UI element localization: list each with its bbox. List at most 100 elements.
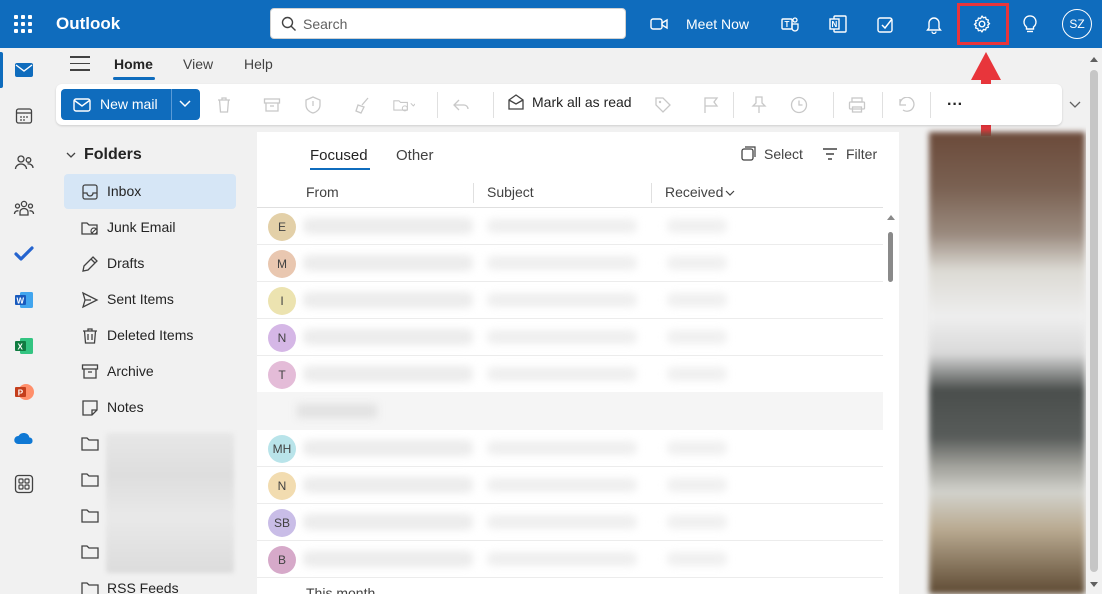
ribbon-divider bbox=[493, 92, 494, 118]
folder-icon[interactable] bbox=[81, 508, 99, 524]
rail-selected-indicator bbox=[0, 52, 3, 88]
message-row[interactable]: SB bbox=[257, 504, 883, 541]
column-header-subject[interactable]: Subject bbox=[487, 184, 534, 200]
tab-help[interactable]: Help bbox=[244, 56, 273, 72]
new-mail-button[interactable]: New mail bbox=[61, 89, 200, 120]
select-label: Select bbox=[764, 146, 803, 162]
folder-deleted-items[interactable]: Deleted Items bbox=[64, 318, 236, 353]
delete-icon[interactable] bbox=[213, 94, 235, 116]
groups-icon[interactable] bbox=[0, 190, 48, 226]
group-header-this-month[interactable]: This month bbox=[306, 585, 375, 594]
more-options-icon[interactable]: ··· bbox=[944, 94, 966, 116]
scrollbar-thumb[interactable] bbox=[888, 232, 893, 282]
folder-drafts[interactable]: Drafts bbox=[64, 246, 236, 281]
column-header-received[interactable]: Received bbox=[665, 184, 735, 200]
column-divider[interactable] bbox=[651, 183, 652, 203]
mark-all-read-label: Mark all as read bbox=[532, 94, 632, 110]
message-row[interactable]: E bbox=[257, 208, 883, 245]
message-list-scrollbar[interactable] bbox=[883, 208, 899, 594]
mail-icon[interactable] bbox=[0, 52, 48, 88]
message-row[interactable]: MH bbox=[257, 430, 883, 467]
ribbon-divider bbox=[833, 92, 834, 118]
app-rail: W X P bbox=[0, 48, 48, 594]
redacted-text bbox=[667, 552, 727, 566]
folder-icon[interactable] bbox=[81, 436, 99, 452]
scroll-up-icon[interactable] bbox=[1090, 56, 1098, 62]
sweep-icon[interactable] bbox=[352, 94, 374, 116]
snooze-clock-icon[interactable] bbox=[788, 94, 810, 116]
message-row[interactable]: T bbox=[257, 356, 883, 393]
tag-icon[interactable] bbox=[652, 94, 674, 116]
folder-icon[interactable] bbox=[81, 544, 99, 560]
svg-text:W: W bbox=[17, 297, 25, 306]
onedrive-icon[interactable] bbox=[0, 420, 48, 456]
undo-icon[interactable] bbox=[895, 94, 917, 116]
calendar-icon[interactable] bbox=[0, 98, 48, 134]
scrollbar-thumb[interactable] bbox=[1090, 70, 1098, 572]
todo-check-icon[interactable] bbox=[0, 236, 48, 272]
search-input[interactable]: Search bbox=[270, 8, 626, 39]
pin-icon[interactable] bbox=[748, 94, 770, 116]
message-row[interactable]: B bbox=[257, 541, 883, 578]
folder-label: Sent Items bbox=[107, 291, 174, 307]
app-launcher-icon[interactable] bbox=[12, 13, 34, 35]
report-icon[interactable] bbox=[302, 94, 324, 116]
print-icon[interactable] bbox=[846, 94, 868, 116]
chevron-down-icon[interactable] bbox=[179, 100, 191, 108]
column-divider[interactable] bbox=[473, 183, 474, 203]
tab-active-indicator bbox=[113, 77, 155, 80]
scroll-up-icon[interactable] bbox=[887, 214, 895, 220]
folder-rss-feeds[interactable]: RSS Feeds bbox=[64, 571, 236, 594]
page-scrollbar[interactable] bbox=[1086, 48, 1102, 594]
folder-junk-email[interactable]: Junk Email bbox=[64, 210, 236, 245]
folder-icon[interactable] bbox=[81, 472, 99, 488]
sender-avatar: SB bbox=[268, 509, 296, 537]
folder-archive[interactable]: Archive bbox=[64, 354, 236, 389]
tab-home[interactable]: Home bbox=[114, 56, 153, 72]
onenote-icon[interactable]: N bbox=[826, 12, 850, 36]
tab-other[interactable]: Other bbox=[396, 147, 434, 164]
people-icon[interactable] bbox=[0, 144, 48, 180]
folder-notes[interactable]: Notes bbox=[64, 390, 236, 425]
message-row[interactable]: M bbox=[257, 245, 883, 282]
select-button[interactable]: Select bbox=[740, 146, 803, 162]
redacted-text bbox=[303, 329, 473, 345]
apps-icon[interactable] bbox=[0, 466, 48, 502]
svg-text:N: N bbox=[832, 20, 838, 29]
move-to-icon[interactable] bbox=[393, 94, 415, 116]
message-row[interactable]: I bbox=[257, 282, 883, 319]
redacted-text bbox=[667, 219, 727, 233]
folder-label: Drafts bbox=[107, 255, 145, 271]
excel-icon[interactable]: X bbox=[0, 328, 48, 364]
ribbon-collapse-chevron-icon[interactable] bbox=[1064, 94, 1086, 116]
word-icon[interactable]: W bbox=[0, 282, 48, 318]
message-row[interactable]: N bbox=[257, 319, 883, 356]
archive-icon[interactable] bbox=[261, 94, 283, 116]
group-header-row[interactable] bbox=[257, 392, 883, 430]
powerpoint-icon[interactable]: P bbox=[0, 374, 48, 410]
todo-icon[interactable] bbox=[874, 12, 898, 36]
filter-button[interactable]: Filter bbox=[822, 146, 877, 162]
column-header-from[interactable]: From bbox=[306, 184, 339, 200]
tab-focused[interactable]: Focused bbox=[310, 147, 368, 164]
flag-icon[interactable] bbox=[700, 94, 722, 116]
lightbulb-icon[interactable] bbox=[1018, 12, 1042, 36]
app-title[interactable]: Outlook bbox=[56, 14, 120, 34]
folders-header[interactable]: Folders bbox=[66, 146, 142, 164]
bell-icon[interactable] bbox=[922, 12, 946, 36]
drafts-icon bbox=[82, 256, 98, 272]
meet-now-button[interactable]: Meet Now bbox=[650, 13, 749, 35]
settings-highlight-box bbox=[957, 3, 1009, 45]
redacted-text bbox=[303, 255, 473, 271]
teams-icon[interactable]: T bbox=[778, 12, 802, 36]
scroll-down-icon[interactable] bbox=[1090, 582, 1098, 588]
user-avatar[interactable]: SZ bbox=[1062, 9, 1092, 39]
mark-all-read-button[interactable]: Mark all as read bbox=[508, 94, 632, 110]
tab-view[interactable]: View bbox=[183, 56, 213, 72]
redacted-text bbox=[667, 367, 727, 381]
hamburger-menu-icon[interactable] bbox=[70, 56, 90, 72]
folder-sent-items[interactable]: Sent Items bbox=[64, 282, 236, 317]
message-row[interactable]: N bbox=[257, 467, 883, 504]
folder-inbox[interactable]: Inbox bbox=[64, 174, 236, 209]
undo-reply-icon[interactable] bbox=[450, 94, 472, 116]
